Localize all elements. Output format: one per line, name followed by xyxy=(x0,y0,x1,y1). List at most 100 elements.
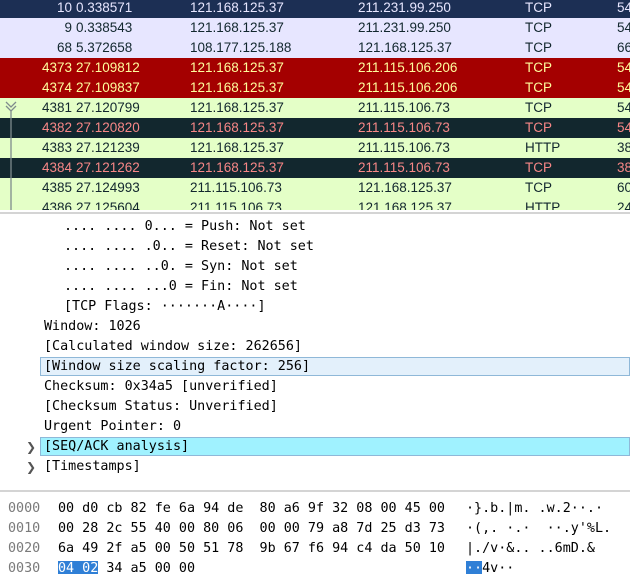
hex-ascii[interactable]: |./v·&.. ..6mD.& xyxy=(466,539,595,559)
detail-row-urgent-pointer[interactable]: Urgent Pointer: 0 xyxy=(0,417,630,437)
packet-source: 121.168.125.37 xyxy=(190,0,284,15)
packet-source: 121.168.125.37 xyxy=(190,160,284,175)
hex-ascii[interactable]: ·}.b.|m. .w.2··.· xyxy=(466,499,603,519)
packet-row[interactable]: 4384 27.121262 121.168.125.37 211.115.10… xyxy=(0,158,630,178)
detail-text: [Calculated window size: 262656] xyxy=(44,339,302,354)
detail-row-checksum[interactable]: Checksum: 0x34a5 [unverified] xyxy=(0,377,630,397)
packet-length: 54 xyxy=(617,80,630,95)
detail-row-fin-flag[interactable]: .... .... ...0 = Fin: Not set xyxy=(0,277,630,297)
detail-row-timestamps[interactable]: ❯ [Timestamps] xyxy=(0,457,630,477)
packet-protocol: TCP xyxy=(525,120,552,135)
packet-no: 10 xyxy=(56,0,72,15)
packet-no: 4373 xyxy=(41,60,72,75)
packet-protocol: HTTP xyxy=(525,140,561,155)
detail-text: Urgent Pointer: 0 xyxy=(44,419,182,434)
detail-text: [Timestamps] xyxy=(44,459,141,474)
packet-source: 211.115.106.73 xyxy=(190,200,282,210)
packet-row[interactable]: 4382 27.120820 121.168.125.37 211.115.10… xyxy=(0,118,630,138)
packet-bytes-pane[interactable]: 0000 00 d0 cb 82 fe 6a 94 de 80 a6 9f 32… xyxy=(0,492,630,574)
detail-row-tcp-flags[interactable]: [TCP Flags: ·······A····] xyxy=(0,297,630,317)
packet-time: 27.120799 xyxy=(76,100,140,115)
hex-offset: 0030 xyxy=(8,561,41,574)
packet-destination: 211.115.106.206 xyxy=(358,80,458,95)
detail-row-push-flag[interactable]: .... .... 0... = Push: Not set xyxy=(0,217,630,237)
packet-time: 27.124993 xyxy=(76,180,140,195)
packet-source: 121.168.125.37 xyxy=(190,100,284,115)
detail-text: [SEQ/ACK analysis] xyxy=(44,439,190,454)
packet-no: 9 xyxy=(64,20,72,35)
packet-list[interactable]: 10 0.338571 121.168.125.37 211.231.99.25… xyxy=(0,0,630,210)
hex-row[interactable]: 0000 00 d0 cb 82 fe 6a 94 de 80 a6 9f 32… xyxy=(0,499,630,519)
detail-row-seq-ack-analysis[interactable]: ❯ [SEQ/ACK analysis] xyxy=(0,437,630,457)
packet-protocol: TCP xyxy=(525,180,552,195)
packet-protocol: TCP xyxy=(525,60,552,75)
selected-ascii-bytes[interactable]: ·· xyxy=(466,561,483,574)
packet-protocol: TCP xyxy=(525,20,552,35)
packet-protocol: TCP xyxy=(525,100,552,115)
packet-destination: 211.115.106.73 xyxy=(358,160,450,175)
packet-length: 54 xyxy=(617,0,630,15)
detail-text: .... .... 0... = Push: Not set xyxy=(64,219,306,234)
packet-protocol: TCP xyxy=(525,80,552,95)
packet-time: 27.125604 xyxy=(76,200,140,210)
hex-row[interactable]: 0030 04 02 34 a5 00 00 ··4v·· xyxy=(0,559,630,574)
packet-source: 121.168.125.37 xyxy=(190,80,284,95)
packet-details-pane[interactable]: .... .... 0... = Push: Not set .... ....… xyxy=(0,214,630,490)
packet-length: 54 xyxy=(617,100,630,115)
packet-length: 54 xyxy=(617,20,630,35)
detail-row-reset-flag[interactable]: .... .... .0.. = Reset: Not set xyxy=(0,237,630,257)
packet-source: 121.168.125.37 xyxy=(190,120,284,135)
hex-bytes[interactable]: 00 28 2c 55 40 00 80 06 00 00 79 a8 7d 2… xyxy=(58,519,445,539)
packet-row[interactable]: 4374 27.109837 121.168.125.37 211.115.10… xyxy=(0,78,630,98)
detail-row-window-scaling-factor[interactable]: [Window size scaling factor: 256] xyxy=(0,357,630,377)
packet-no: 4374 xyxy=(41,80,72,95)
detail-row-window[interactable]: Window: 1026 xyxy=(0,317,630,337)
packet-protocol: TCP xyxy=(525,160,552,175)
hex-bytes[interactable]: 6a 49 2f a5 00 50 51 78 9b 67 f6 94 c4 d… xyxy=(58,539,445,559)
chevron-right-icon[interactable]: ❯ xyxy=(26,437,36,457)
detail-row-calculated-window-size[interactable]: [Calculated window size: 262656] xyxy=(0,337,630,357)
packet-row[interactable]: 4373 27.109812 121.168.125.37 211.115.10… xyxy=(0,58,630,78)
packet-protocol: HTTP xyxy=(525,200,561,210)
detail-text: .... .... ...0 = Fin: Not set xyxy=(64,279,298,294)
detail-text: [Window size scaling factor: 256] xyxy=(44,359,311,374)
detail-text: Checksum: 0x34a5 [unverified] xyxy=(44,379,278,394)
packet-length: 66 xyxy=(617,40,630,55)
hex-row[interactable]: 0010 00 28 2c 55 40 00 80 06 00 00 79 a8… xyxy=(0,519,630,539)
packet-destination: 211.115.106.206 xyxy=(358,60,458,75)
packet-source: 121.168.125.37 xyxy=(190,20,284,35)
detail-row-syn-flag[interactable]: .... .... ..0. = Syn: Not set xyxy=(0,257,630,277)
packet-row[interactable]: 9 0.338543 121.168.125.37 211.231.99.250… xyxy=(0,18,630,38)
hex-bytes[interactable]: 04 02 34 a5 00 00 xyxy=(58,559,195,574)
packet-row[interactable]: 4383 27.121239 121.168.125.37 211.115.10… xyxy=(0,138,630,158)
packet-time: 27.109837 xyxy=(76,80,140,95)
detail-text: .... .... .0.. = Reset: Not set xyxy=(64,239,314,254)
packet-destination: 211.115.106.73 xyxy=(358,120,450,135)
packet-destination: 211.115.106.73 xyxy=(358,140,450,155)
packet-destination: 121.168.125.37 xyxy=(358,40,452,55)
packet-length: 244 xyxy=(617,200,630,210)
hex-ascii[interactable]: ·(,. ·.· ··.y'%L. xyxy=(466,519,611,539)
detail-row-checksum-status[interactable]: [Checksum Status: Unverified] xyxy=(0,397,630,417)
hex-bytes-rest[interactable]: 34 a5 00 00 xyxy=(98,561,195,574)
packet-row[interactable]: 10 0.338571 121.168.125.37 211.231.99.25… xyxy=(0,0,630,18)
packet-row[interactable]: 4386 27.125604 211.115.106.73 121.168.12… xyxy=(0,198,630,210)
packet-time: 5.372658 xyxy=(76,40,133,55)
packet-row[interactable]: 4381 27.120799 121.168.125.37 211.115.10… xyxy=(0,98,630,118)
selected-hex-bytes[interactable]: 04 02 xyxy=(58,561,99,574)
packet-row[interactable]: 4385 27.124993 211.115.106.73 121.168.12… xyxy=(0,178,630,198)
hex-row[interactable]: 0020 6a 49 2f a5 00 50 51 78 9b 67 f6 94… xyxy=(0,539,630,559)
chevron-right-icon[interactable]: ❯ xyxy=(26,457,36,477)
packet-source: 211.115.106.73 xyxy=(190,180,282,195)
packet-time: 0.338571 xyxy=(76,0,133,15)
hex-ascii[interactable]: ··4v·· xyxy=(466,559,514,574)
packet-destination: 211.231.99.250 xyxy=(358,20,451,35)
packet-row[interactable]: 68 5.372658 108.177.125.188 121.168.125.… xyxy=(0,38,630,58)
detail-text: [Checksum Status: Unverified] xyxy=(44,399,278,414)
packet-destination: 121.168.125.37 xyxy=(358,200,452,210)
packet-length: 387 xyxy=(617,140,630,155)
hex-bytes[interactable]: 00 d0 cb 82 fe 6a 94 de 80 a6 9f 32 08 0… xyxy=(58,499,445,519)
packet-time: 27.109812 xyxy=(76,60,140,75)
packet-source: 121.168.125.37 xyxy=(190,140,284,155)
hex-ascii-rest[interactable]: 4v·· xyxy=(482,561,514,574)
